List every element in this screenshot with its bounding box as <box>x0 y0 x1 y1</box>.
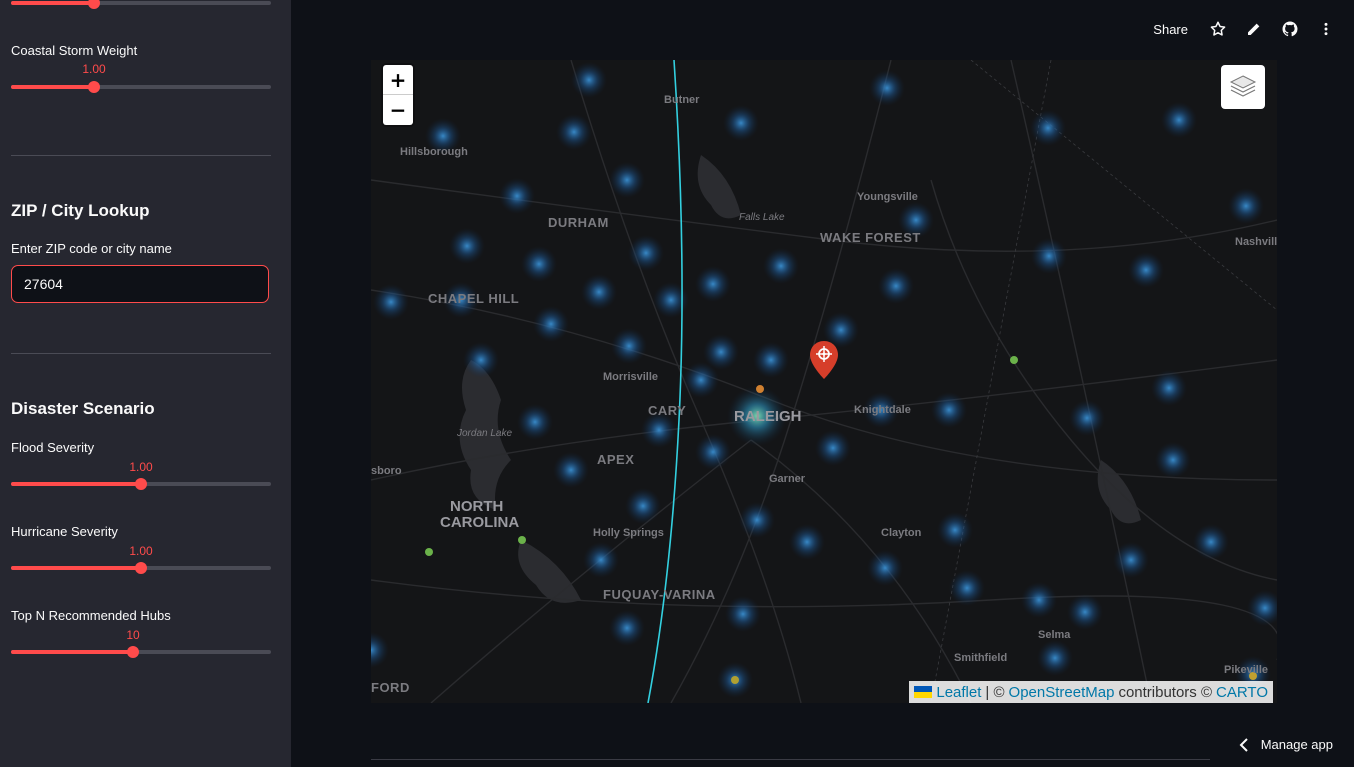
zoom-out-button[interactable]: − <box>383 95 413 125</box>
slider-thumb[interactable] <box>135 478 147 490</box>
sidebar-divider <box>11 353 271 354</box>
github-icon[interactable] <box>1280 19 1300 39</box>
map-label: APEX <box>597 452 635 467</box>
lookup-title: ZIP / City Lookup <box>11 201 150 220</box>
slider-label: Flood Severity <box>11 440 95 455</box>
slider-fill <box>11 1 94 5</box>
osm-link[interactable]: OpenStreetMap <box>1009 684 1115 701</box>
map-label: Knightdale <box>854 404 911 416</box>
map-label: WAKE FOREST <box>820 230 921 245</box>
layers-icon <box>1229 75 1257 97</box>
sidebar: Coastal Storm Weight 1.00 ZIP / City Loo… <box>0 0 291 767</box>
slider-track[interactable] <box>11 0 271 9</box>
manage-app-button[interactable]: Manage app <box>1239 737 1333 752</box>
slider-value: 10 <box>126 628 140 642</box>
slider-value: 1.00 <box>129 544 153 558</box>
attribution-separator: | © <box>985 683 1005 701</box>
map-label: Garner <box>769 473 806 485</box>
header-actions: Share <box>1153 18 1336 40</box>
slider-thumb[interactable] <box>88 81 100 93</box>
map-label: CAROLINA <box>440 514 520 531</box>
slider-thumb[interactable] <box>127 646 139 658</box>
slider-track[interactable] <box>11 562 271 574</box>
map-label: RALEIGH <box>734 408 802 425</box>
map-label: Butner <box>664 94 700 106</box>
map-label: sboro <box>371 465 402 477</box>
more-vert-icon[interactable] <box>1316 19 1336 39</box>
zoom-control: + − <box>383 65 413 125</box>
sidebar-divider <box>11 155 271 156</box>
zip-city-input[interactable] <box>11 265 269 303</box>
map-label: Nashville <box>1235 236 1277 248</box>
slider-fill <box>11 85 94 89</box>
ukraine-flag-icon <box>914 686 933 698</box>
map-label: CHAPEL HILL <box>428 291 520 306</box>
slider-track[interactable] <box>11 478 271 490</box>
scenario-title: Disaster Scenario <box>11 399 155 418</box>
map-label: Pikeville <box>1224 664 1269 676</box>
map-label: Smithfield <box>954 652 1008 664</box>
map-label: DURHAM <box>548 215 609 230</box>
map-label: Falls Lake <box>739 212 785 223</box>
slider-fill <box>11 566 141 570</box>
slider-value: 1.00 <box>82 62 106 76</box>
map-base-layer <box>371 60 1277 703</box>
map-label: Holly Springs <box>593 527 664 539</box>
leaflet-link[interactable]: Leaflet <box>936 684 981 701</box>
map-label: Youngsville <box>857 191 918 203</box>
slider-label: Top N Recommended Hubs <box>11 608 171 623</box>
chevron-left-icon <box>1239 737 1248 752</box>
map-label: FORD <box>371 680 410 695</box>
map-label: Selma <box>1038 629 1071 641</box>
slider-track[interactable] <box>11 81 271 93</box>
content-divider <box>371 759 1210 760</box>
slider-label: Coastal Storm Weight <box>11 43 138 58</box>
map-label: CARY <box>648 403 687 418</box>
carto-link[interactable]: CARTO <box>1216 684 1268 701</box>
slider-thumb[interactable] <box>135 562 147 574</box>
slider-fill <box>11 650 133 654</box>
share-button[interactable]: Share <box>1153 22 1188 37</box>
slider-thumb[interactable] <box>88 0 100 9</box>
location-marker-icon[interactable] <box>809 340 839 380</box>
zoom-in-button[interactable]: + <box>383 65 413 95</box>
pencil-icon[interactable] <box>1244 19 1264 39</box>
star-icon[interactable] <box>1208 19 1228 39</box>
lookup-field-label: Enter ZIP code or city name <box>11 241 172 256</box>
slider-label: Hurricane Severity <box>11 524 118 539</box>
map-label: Morrisville <box>603 371 659 383</box>
map-label: FUQUAY-VARINA <box>603 587 716 602</box>
layers-control[interactable] <box>1221 65 1265 109</box>
map-label: Hillsborough <box>400 146 468 158</box>
map-label: NORTH <box>450 498 504 515</box>
slider-value: 1.00 <box>129 460 153 474</box>
manage-app-label: Manage app <box>1260 737 1333 752</box>
slider-track[interactable] <box>11 646 271 658</box>
slider-fill <box>11 482 141 486</box>
map-label: Clayton <box>881 527 922 539</box>
map-attribution: Leaflet | © OpenStreetMap contributors ©… <box>909 681 1273 703</box>
map-view[interactable]: Butner Hillsborough DURHAM Falls Lake Yo… <box>371 60 1277 703</box>
map-label: Jordan Lake <box>457 428 513 439</box>
attribution-contributors: contributors © <box>1118 683 1213 701</box>
